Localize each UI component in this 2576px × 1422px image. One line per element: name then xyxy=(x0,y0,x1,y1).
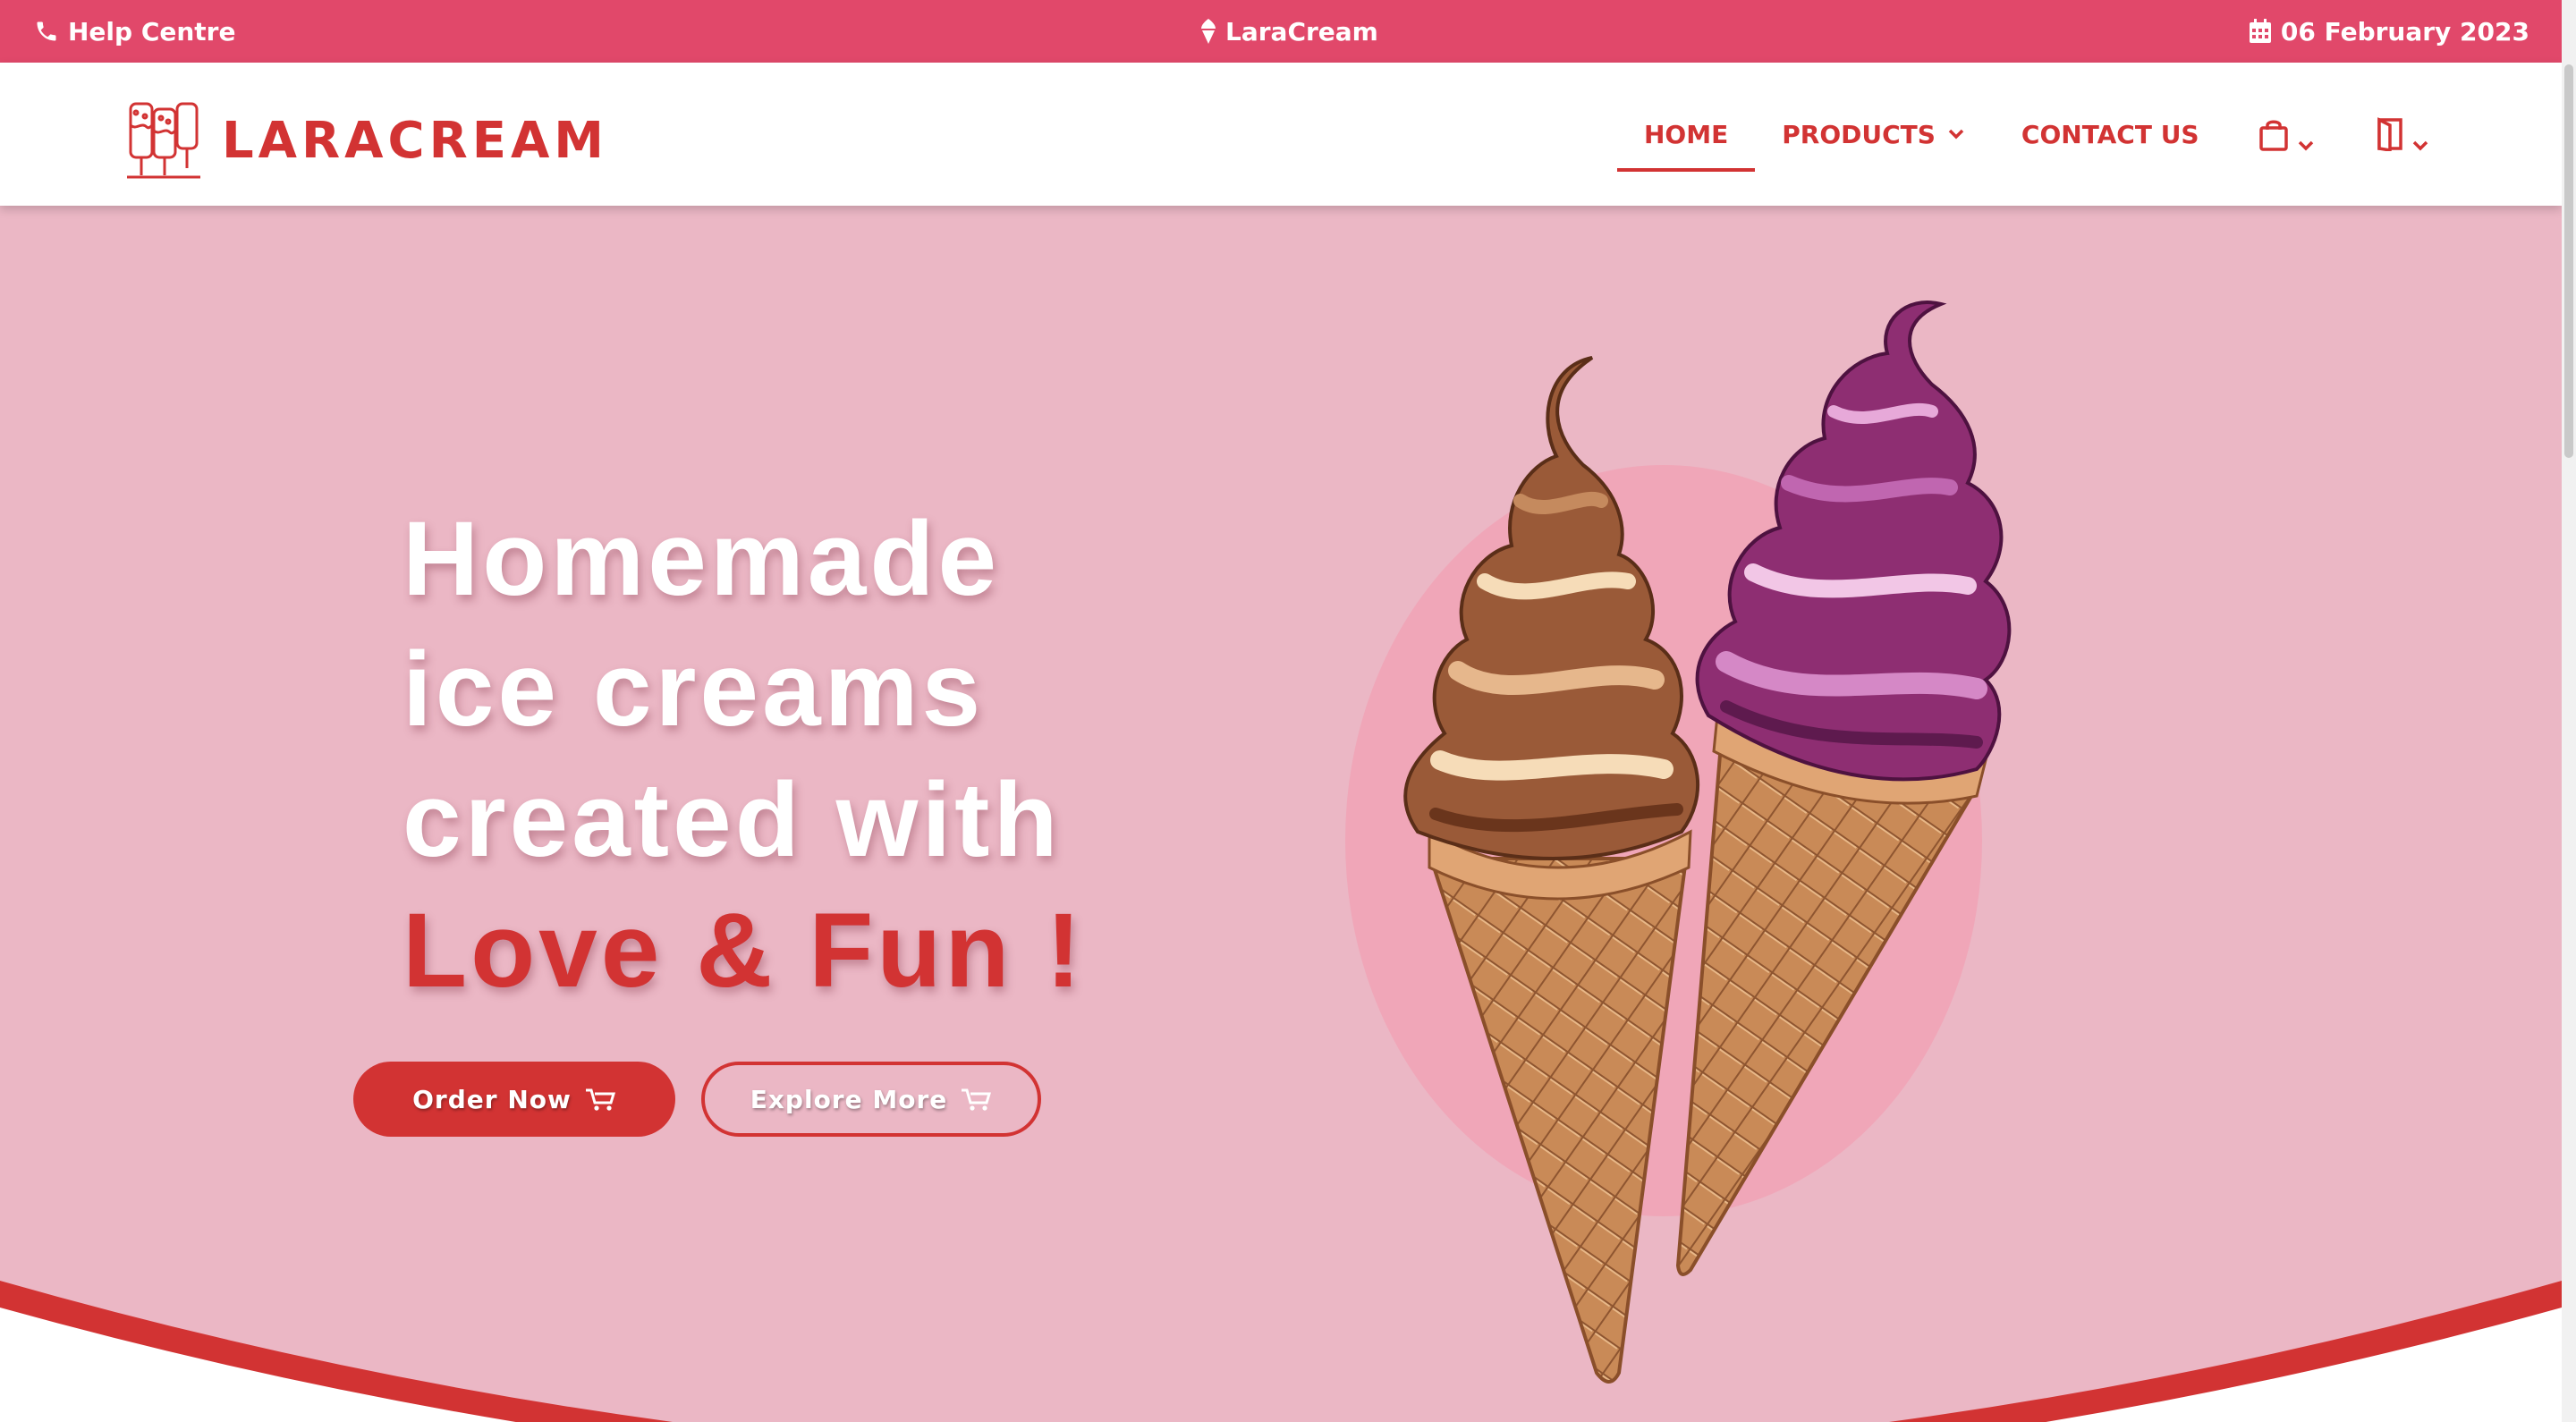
nav-products[interactable]: PRODUCTS xyxy=(1782,120,1964,149)
brand-logo[interactable]: LARACREAM xyxy=(125,100,608,181)
help-centre-label: Help Centre xyxy=(68,16,236,47)
cart-icon xyxy=(585,1088,615,1111)
headline-line-1: Homemade xyxy=(402,500,1001,618)
headline-accent: Love & Fun ! xyxy=(402,892,1085,1010)
nav-products-label: PRODUCTS xyxy=(1782,119,1936,149)
hero-bottom-curve xyxy=(0,1281,2562,1422)
door-icon xyxy=(2377,117,2402,151)
scrollbar-thumb[interactable] xyxy=(2564,64,2573,458)
hero-headline: Homemade ice creams created with Love & … xyxy=(402,494,1085,1016)
nav-contact-label: CONTACT US xyxy=(2021,119,2199,149)
nav-contact[interactable]: CONTACT US xyxy=(2021,120,2199,149)
nav-cart-dropdown[interactable] xyxy=(2258,117,2314,151)
headline-line-3: created with xyxy=(402,761,1062,879)
explore-more-button[interactable]: Explore More xyxy=(701,1062,1041,1137)
main-nav: HOME PRODUCTS CONTACT US xyxy=(1617,63,2428,206)
phone-icon xyxy=(37,21,56,41)
nav-home-label: HOME xyxy=(1644,119,1729,149)
brand-name: LARACREAM xyxy=(222,111,609,170)
calendar-icon xyxy=(2249,19,2271,43)
nav-account-dropdown[interactable] xyxy=(2377,117,2428,151)
site-name-label: LaraCream xyxy=(1225,16,1378,47)
headline-line-2: ice creams xyxy=(402,631,985,749)
order-now-label: Order Now xyxy=(412,1084,572,1114)
chevron-down-icon xyxy=(2298,140,2313,151)
ice-cream-cones-illustration xyxy=(1345,300,2012,1384)
site-header: LARACREAM HOME PRODUCTS CONTACT US xyxy=(0,63,2562,206)
date-label: 06 February 2023 xyxy=(2280,16,2529,47)
order-now-button[interactable]: Order Now xyxy=(353,1062,675,1137)
active-indicator xyxy=(1617,167,1756,172)
chevron-down-icon xyxy=(2412,140,2428,151)
help-centre-link[interactable]: Help Centre xyxy=(34,0,235,63)
nav-home[interactable]: HOME xyxy=(1617,119,1756,172)
chevron-down-icon xyxy=(1948,129,1964,140)
explore-more-label: Explore More xyxy=(750,1084,948,1114)
shopping-bag-icon xyxy=(2258,120,2288,151)
current-date: 06 February 2023 xyxy=(2249,0,2529,63)
cart-icon xyxy=(962,1088,992,1111)
site-name: LaraCream xyxy=(1200,0,1378,63)
ice-cream-icon xyxy=(1201,19,1216,44)
top-info-bar: Help Centre LaraCream 06 February 2023 xyxy=(0,0,2576,63)
ice-cream-shop-icon xyxy=(127,102,200,179)
